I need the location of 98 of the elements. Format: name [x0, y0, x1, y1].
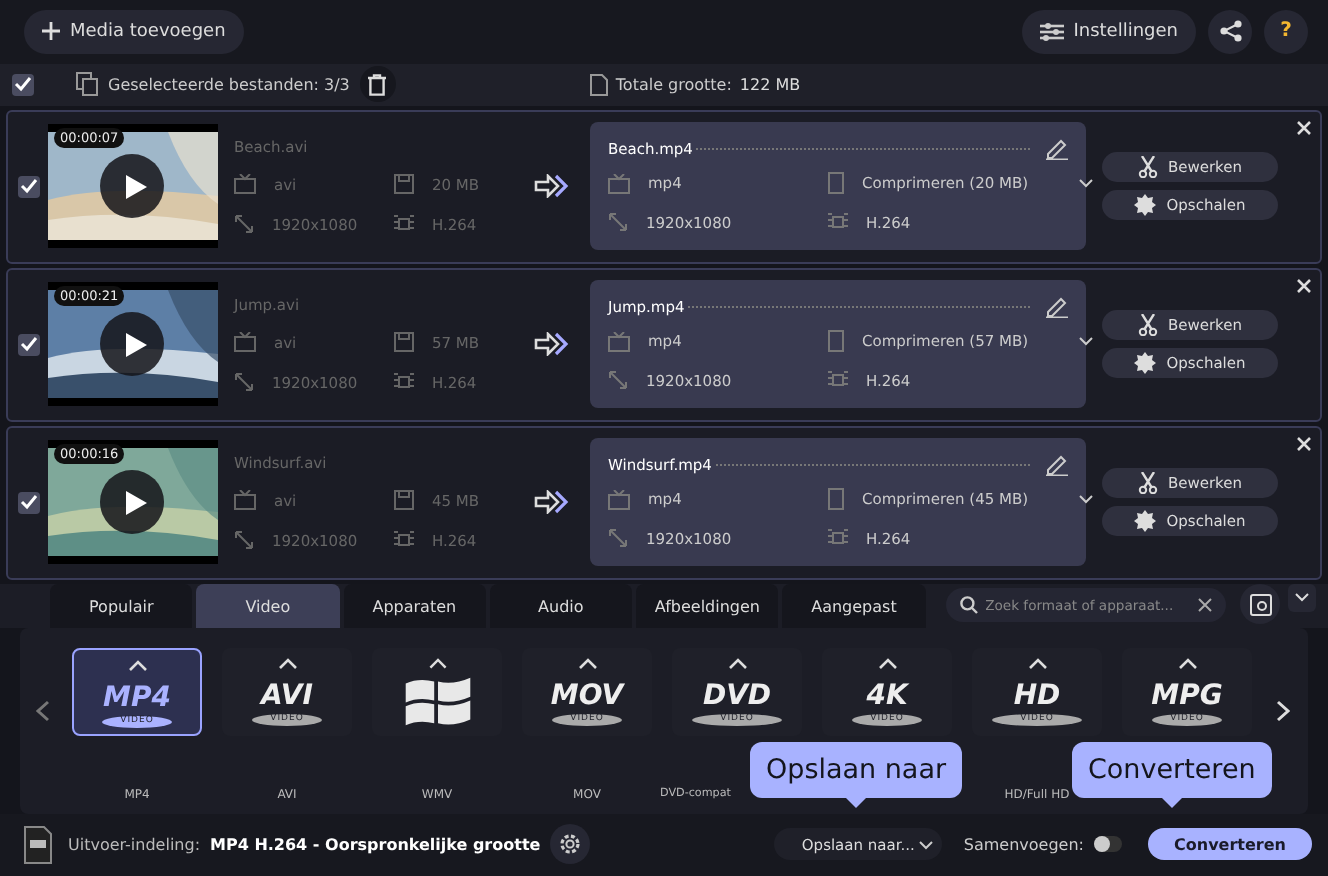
format-tab[interactable]: Afbeeldingen: [636, 584, 779, 629]
convert-button[interactable]: Converteren: [1148, 828, 1312, 861]
format-icon: [234, 332, 256, 352]
close-icon: [1296, 277, 1312, 293]
format-tab[interactable]: Video: [196, 584, 340, 629]
format-icon: [234, 490, 256, 510]
codec-icon: [394, 372, 414, 392]
pencil-icon[interactable]: [1046, 454, 1068, 476]
format-tab[interactable]: Populair: [50, 584, 193, 629]
file-checkbox[interactable]: [18, 491, 40, 513]
resize-icon: [608, 370, 628, 390]
share-button[interactable]: [1208, 9, 1252, 54]
caret-up-icon: [277, 658, 297, 671]
tooltip: Opslaan naar: [750, 742, 963, 808]
clear-icon[interactable]: [1198, 598, 1213, 613]
resize-icon: [608, 212, 628, 232]
settings-button[interactable]: [550, 824, 591, 865]
compress-icon: [828, 172, 844, 194]
format-tab[interactable]: Audio: [489, 584, 633, 629]
badge-icon: [1134, 352, 1157, 374]
play-icon: [123, 489, 147, 515]
codec-icon: [828, 528, 848, 548]
resize-icon: [234, 372, 254, 392]
badge-icon: [1134, 194, 1157, 216]
pencil-icon[interactable]: [1046, 296, 1068, 318]
select-all-checkbox[interactable]: [12, 73, 34, 95]
format-icon: [608, 173, 630, 193]
search-icon: [959, 596, 978, 615]
scissors-icon: [1137, 314, 1158, 336]
pointer-icon: [846, 798, 867, 808]
close-icon: [1296, 435, 1312, 451]
resize-icon: [608, 528, 628, 548]
sliders-icon: [1039, 21, 1064, 42]
chevron-right-icon: [1275, 699, 1289, 722]
chevron-down-icon: [917, 839, 934, 850]
caret-up-icon: [1027, 658, 1047, 671]
collapse-button[interactable]: [1288, 583, 1316, 611]
device-search-icon: [1249, 593, 1272, 616]
compress-icon: [828, 330, 844, 352]
share-icon: [1219, 20, 1241, 43]
format-tab[interactable]: Apparaten: [343, 584, 486, 629]
close-button[interactable]: [1294, 117, 1314, 137]
resize-icon: [234, 214, 254, 234]
pencil-icon[interactable]: [1046, 138, 1068, 160]
trash-icon: [368, 73, 387, 95]
tooltip: Converteren: [1072, 742, 1272, 808]
total-size-label: Totale grootte:: [615, 75, 732, 93]
help-button[interactable]: ?: [1264, 9, 1308, 54]
device-search-button[interactable]: [1240, 584, 1281, 625]
codec-icon: [828, 212, 848, 232]
selected-files-count: Geselecteerde bestanden: 3/3: [108, 75, 350, 93]
chevron-down-icon[interactable]: [1078, 336, 1095, 346]
caret-up-icon: [427, 658, 447, 671]
chevron-down-icon[interactable]: [1078, 494, 1095, 504]
codec-icon: [828, 370, 848, 390]
convert-arrow-icon: [534, 490, 570, 514]
caret-up-icon: [577, 658, 597, 671]
format-icon: [608, 331, 630, 351]
chevron-down-icon: [1294, 592, 1311, 602]
caret-up-icon: [1177, 658, 1197, 671]
gear-icon: [558, 832, 583, 857]
merge-toggle[interactable]: [1094, 836, 1122, 853]
convert-arrow-icon: [534, 174, 570, 198]
convert-arrow-icon: [534, 332, 570, 356]
add-media-button[interactable]: Media toevoegen: [24, 9, 244, 54]
format-tab[interactable]: Aangepast: [782, 584, 926, 629]
file-icon: [589, 73, 608, 95]
caret-up-icon: [727, 658, 747, 671]
delete-button[interactable]: [359, 66, 396, 102]
close-button[interactable]: [1294, 433, 1314, 453]
scissors-icon: [1137, 472, 1158, 494]
codec-icon: [394, 214, 414, 234]
caret-up-icon: [127, 660, 147, 673]
chevron-left-icon: [35, 699, 49, 722]
resize-icon: [234, 530, 254, 550]
format-icon: [234, 174, 256, 194]
compress-icon: [828, 488, 844, 510]
mp4-file-icon: [24, 825, 52, 864]
output-format-value: MP4 H.264 - Oorspronkelijke grootte: [210, 835, 541, 854]
scissors-icon: [1137, 156, 1158, 178]
caret-up-icon: [877, 658, 897, 671]
pointer-icon: [1161, 798, 1182, 808]
play-icon: [123, 173, 147, 199]
format-icon: [608, 489, 630, 509]
close-icon: [1296, 119, 1312, 135]
chevron-down-icon[interactable]: [1078, 178, 1095, 188]
total-size-value: 122 MB: [739, 75, 801, 93]
output-format-label: Uitvoer-indeling:: [68, 835, 201, 854]
file-checkbox[interactable]: [18, 333, 40, 355]
file-checkbox[interactable]: [18, 175, 40, 197]
files-icon: [76, 72, 98, 96]
close-button[interactable]: [1294, 275, 1314, 295]
codec-icon: [394, 530, 414, 550]
settings-button[interactable]: Instellingen: [1021, 9, 1196, 54]
play-icon: [123, 331, 147, 357]
plus-icon: [42, 22, 60, 41]
merge-label: Samenvoegen:: [963, 835, 1084, 854]
badge-icon: [1134, 510, 1157, 532]
